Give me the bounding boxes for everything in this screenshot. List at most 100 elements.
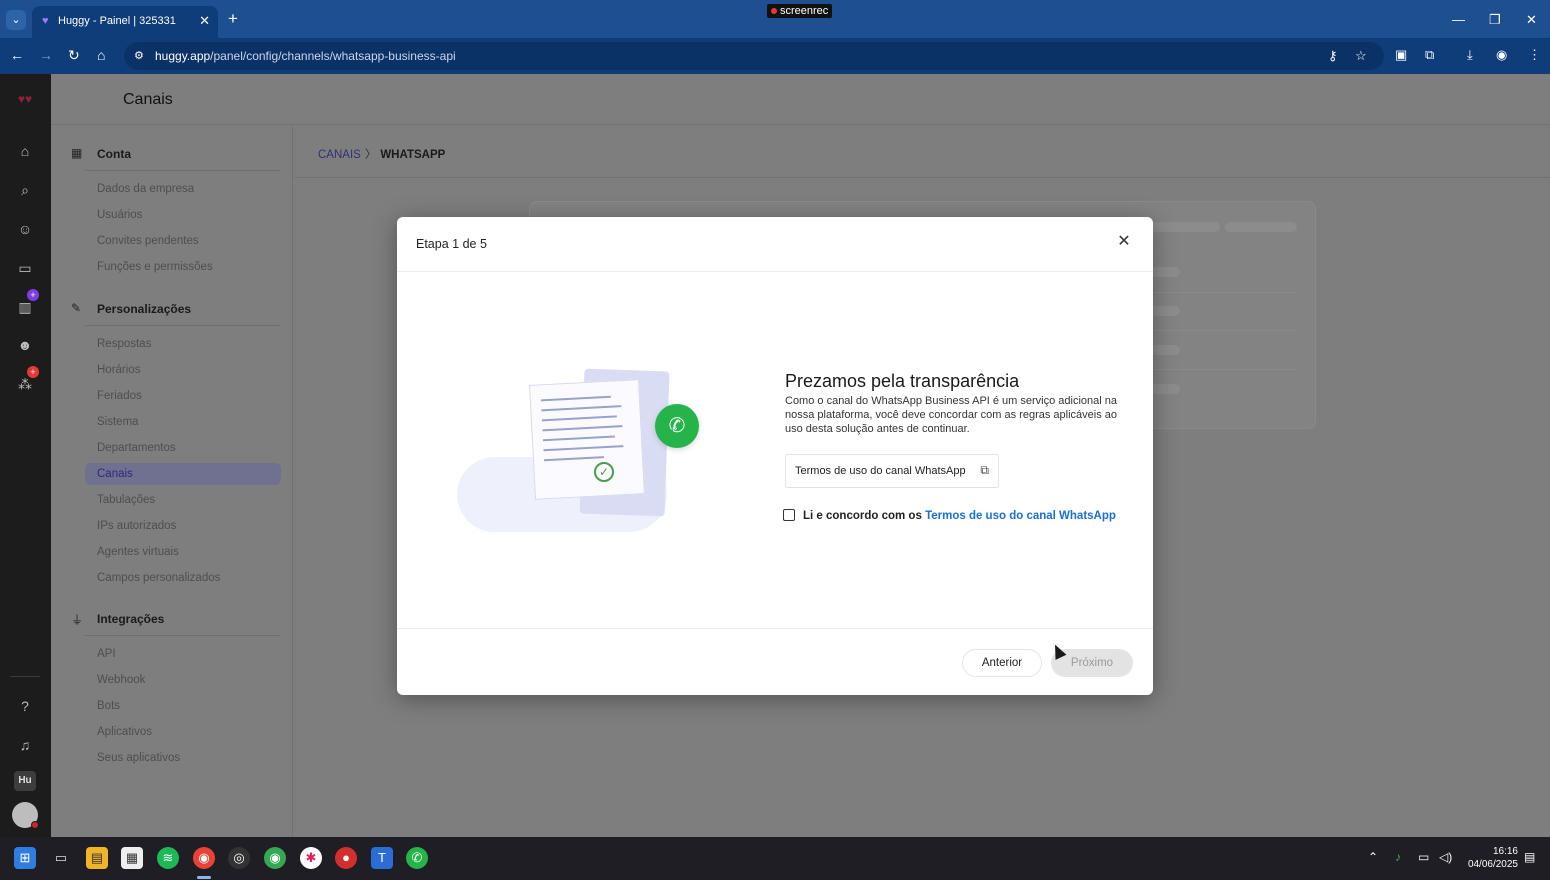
nav-item-tabulacoes[interactable]: Tabulações <box>85 489 281 511</box>
contact-icon[interactable]: ☺ <box>15 219 35 239</box>
terms-link-button[interactable]: Termos de uso do canal WhatsApp ⧉ <box>785 454 999 488</box>
terms-button-label: Termos de uso do canal WhatsApp <box>795 465 966 477</box>
nav-item-bots[interactable]: Bots <box>85 695 281 717</box>
nav-item-feriados[interactable]: Feriados <box>85 385 281 407</box>
nav-item-seus-aplicativos[interactable]: Seus aplicativos <box>85 747 281 769</box>
section-label: Conta <box>97 147 131 161</box>
plus-icon[interactable]: + <box>228 10 238 27</box>
breadcrumb-canais[interactable]: CANAIS <box>318 149 361 161</box>
bell-icon[interactable]: ♫ <box>15 735 35 755</box>
agree-terms-link[interactable]: Termos de uso do canal WhatsApp <box>925 510 1116 522</box>
nav-item-horarios[interactable]: Horários <box>85 359 281 381</box>
forward-icon[interactable]: → <box>39 47 53 63</box>
tray-overflow-icon[interactable]: ⌃ <box>1368 850 1378 864</box>
spotify-icon[interactable]: ≋ <box>157 847 179 869</box>
url-text: huggy.app/panel/config/channels/whatsapp… <box>155 49 456 63</box>
doc-line <box>543 456 604 462</box>
nav-item-ips-autorizados[interactable]: IPs autorizados <box>85 515 281 537</box>
terms-text: Prezamos pela transparência Como o canal… <box>785 371 1135 436</box>
bot-icon[interactable]: ☻ <box>15 335 35 355</box>
huggy-logo[interactable]: ♥♥ <box>13 92 37 106</box>
password-key-icon[interactable]: ⚷ <box>1328 48 1338 64</box>
volume-icon[interactable]: ◁) <box>1439 850 1452 864</box>
user-avatar[interactable] <box>12 802 39 829</box>
nav-item-convites-pendentes[interactable]: Convites pendentes <box>85 230 281 252</box>
chrome-icon[interactable]: ◉ <box>193 847 215 869</box>
file-explorer-icon[interactable]: ▤ <box>86 847 108 869</box>
nav-item-respostas[interactable]: Respostas <box>85 333 281 355</box>
page-header: Canais <box>51 74 1550 125</box>
back-icon[interactable]: ← <box>10 47 24 63</box>
doc-line <box>543 445 624 452</box>
network-icon[interactable]: ▭ <box>1418 850 1429 864</box>
nav-item-departamentos[interactable]: Departamentos <box>85 437 281 459</box>
puzzle-icon[interactable]: ⧉ <box>1425 47 1434 63</box>
nav-item-api[interactable]: API <box>85 643 281 665</box>
illustration-document <box>529 379 645 500</box>
restore-icon[interactable]: ❐ <box>1489 12 1501 28</box>
active-app-indicator <box>197 876 211 879</box>
nav-item-funcoes-e-permissoes[interactable]: Funções e permissões <box>85 256 281 278</box>
notification-icon[interactable]: ▤ <box>1524 850 1535 864</box>
chrome-profile-icon[interactable]: ◉ <box>264 847 286 869</box>
nav-item-aplicativos[interactable]: Aplicativos <box>85 721 281 743</box>
doc-line <box>541 405 622 412</box>
url-path: /panel/config/channels/whatsapp-business… <box>210 49 456 63</box>
search-icon[interactable]: ⌕ <box>15 180 35 200</box>
skeleton-bar <box>1150 384 1180 394</box>
minimize-icon[interactable]: — <box>1452 12 1465 27</box>
page-title: Canais <box>123 91 173 108</box>
chat-icon[interactable]: ▭ <box>15 258 35 278</box>
nav-item-webhook[interactable]: Webhook <box>85 669 281 691</box>
star-icon[interactable]: ☆ <box>1355 48 1367 64</box>
task-view-icon[interactable]: ▭ <box>50 847 72 869</box>
workspace-avatar[interactable]: Hu <box>14 771 36 791</box>
nav-item-dados-da-empresa[interactable]: Dados da empresa <box>85 178 281 200</box>
nav-item-agentes-virtuais[interactable]: Agentes virtuais <box>85 541 281 563</box>
close-icon[interactable]: ✕ <box>1115 233 1133 251</box>
browser-toolbar: ← → ↻ ⌂ ⚙ huggy.app/panel/config/channel… <box>0 38 1550 74</box>
site-info-icon[interactable]: ⚙ <box>134 49 144 62</box>
modal-header: Etapa 1 de 5 ✕ <box>397 217 1153 272</box>
screen-recorder-badge: screenrec <box>767 4 833 18</box>
nav-item-sistema[interactable]: Sistema <box>85 411 281 433</box>
doc-line <box>542 435 615 442</box>
close-icon[interactable]: ✕ <box>199 13 210 29</box>
teams-icon[interactable]: T <box>371 847 393 869</box>
tab-title: Huggy - Painel | 325331 <box>58 15 176 27</box>
home-icon[interactable]: ⌂ <box>97 47 105 63</box>
breadcrumb-bar: CANAIS 〉 WHATSAPP <box>294 126 1550 178</box>
help-icon[interactable]: ? <box>15 696 35 716</box>
tab-list-icon[interactable]: ⌄ <box>6 10 26 30</box>
kebab-menu-icon[interactable]: ⋮ <box>1528 47 1541 63</box>
whatsapp-icon: ✆ <box>655 404 699 448</box>
profile-icon[interactable]: ◉ <box>1496 47 1507 63</box>
external-link-icon: ⧉ <box>980 463 989 477</box>
slack-icon[interactable]: ✱ <box>300 847 322 869</box>
screenrec-icon[interactable]: ● <box>335 847 357 869</box>
obs-icon[interactable]: ◎ <box>228 847 250 869</box>
skeleton-divider <box>1150 330 1297 331</box>
nav-item-canais[interactable]: Canais <box>85 463 281 485</box>
reload-icon[interactable]: ↻ <box>68 47 80 63</box>
extension-icon[interactable]: ▣ <box>1395 47 1407 63</box>
nav-item-usuarios[interactable]: Usuários <box>85 204 281 226</box>
rail-divider <box>10 676 40 677</box>
address-bar[interactable]: ⚙ huggy.app/panel/config/channels/whatsa… <box>124 42 1384 70</box>
agree-checkbox[interactable] <box>783 509 795 521</box>
windows-start-icon[interactable]: ⊞ <box>14 847 36 869</box>
system-clock[interactable]: 16:16 04/06/2025 <box>1460 845 1518 871</box>
nav-item-campos-personalizados[interactable]: Campos personalizados <box>85 567 281 589</box>
close-window-icon[interactable]: ✕ <box>1526 12 1537 28</box>
section-divider <box>85 635 281 636</box>
browser-tab[interactable]: ♥ Huggy - Painel | 325331 ✕ <box>32 6 218 38</box>
browser-tabbar: ⌄ ♥ Huggy - Painel | 325331 ✕ + screenre… <box>0 0 1550 38</box>
breadcrumb-separator: 〉 <box>364 149 377 161</box>
microphone-icon[interactable]: ♪ <box>1395 850 1401 864</box>
home-icon[interactable]: ⌂ <box>15 141 35 161</box>
store-icon[interactable]: ▦ <box>121 847 143 869</box>
whatsapp-icon[interactable]: ✆ <box>406 847 428 869</box>
pencil-icon: ✎ <box>71 301 82 315</box>
download-icon[interactable]: ⤓ <box>1467 47 1473 63</box>
previous-button[interactable]: Anterior <box>962 649 1042 677</box>
